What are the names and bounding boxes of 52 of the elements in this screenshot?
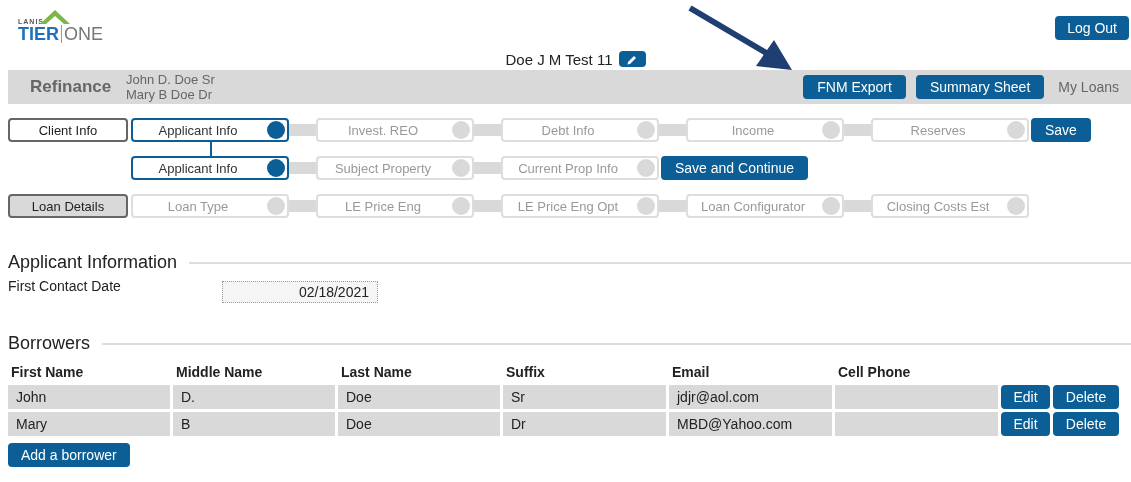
column-header: Middle Name [175, 364, 264, 382]
table-cell: Doe [338, 412, 500, 436]
column-header: First Name [10, 364, 85, 382]
column-header: Cell Phone [837, 364, 912, 382]
table-cell: jdjr@aol.com [669, 385, 832, 409]
field-label: First Contact Date [8, 278, 122, 294]
table-cell: D. [173, 385, 335, 409]
toolbar-button[interactable]: FNM Export [803, 75, 906, 99]
step-connector [474, 162, 501, 174]
delete-button[interactable]: Delete [1053, 412, 1119, 436]
add-borrower-button[interactable]: Add a borrower [8, 443, 130, 467]
edit-button[interactable]: Edit [1001, 412, 1050, 436]
step-connector [474, 200, 501, 212]
edit-button[interactable] [618, 51, 646, 67]
section-tab[interactable]: Client Info [8, 118, 128, 142]
borrower-name: John D. Doe Sr [126, 72, 216, 87]
section-tab[interactable]: Loan Details [8, 194, 128, 218]
table-cell: Mary [8, 412, 170, 436]
column-header: Email [671, 364, 711, 382]
section-heading: Applicant Information [8, 252, 178, 273]
edit-button[interactable]: Edit [1001, 385, 1050, 409]
borrower-name: Mary B Doe Dr [126, 87, 213, 102]
column-header: Last Name [340, 364, 413, 382]
step-connector [659, 124, 686, 136]
step-connector [289, 124, 316, 136]
step-connector [474, 124, 501, 136]
step-connector [210, 141, 212, 156]
step-connector [659, 200, 686, 212]
step-connector [289, 162, 316, 174]
table-cell: John [8, 385, 170, 409]
step-tab[interactable]: Applicant Info [131, 118, 289, 142]
log-out-button[interactable]: Log Out [1055, 16, 1129, 40]
step-connector [844, 200, 871, 212]
table-cell: Dr [503, 412, 666, 436]
my-loans-link[interactable]: My Loans [1058, 79, 1119, 95]
table-cell: MBD@Yahoo.com [669, 412, 832, 436]
step-connector [844, 124, 871, 136]
table-cell: Sr [503, 385, 666, 409]
date-field[interactable]: 02/18/2021 [222, 281, 378, 303]
table-cell: Doe [338, 385, 500, 409]
step-tab[interactable]: Applicant Info [131, 156, 289, 180]
loan-purpose: Refinance [30, 77, 113, 97]
toolbar-button[interactable]: Summary Sheet [915, 75, 1045, 99]
pencil-icon [626, 53, 638, 65]
column-header: Suffix [505, 364, 546, 382]
loan-name: Doe J M Test 11 [505, 50, 613, 68]
delete-button[interactable]: Delete [1053, 385, 1119, 409]
save-button[interactable]: Save and Continue [661, 156, 809, 180]
step-connector [289, 200, 316, 212]
save-button[interactable]: Save [1031, 118, 1091, 142]
table-cell: B [173, 412, 335, 436]
section-heading: Borrowers [8, 333, 91, 354]
